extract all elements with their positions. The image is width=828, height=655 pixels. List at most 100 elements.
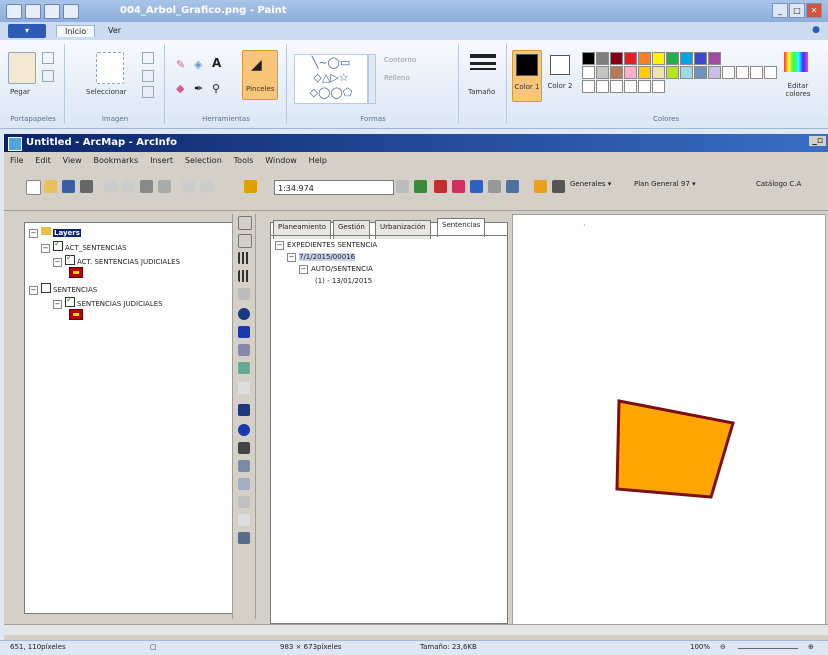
- settings-tool-icon[interactable]: [552, 180, 565, 193]
- select-features-icon[interactable]: [238, 362, 250, 374]
- custom-color-swatch[interactable]: [610, 80, 623, 93]
- save-icon[interactable]: [25, 4, 41, 19]
- cut-icon[interactable]: [42, 52, 54, 64]
- html-popup-icon[interactable]: [238, 514, 250, 526]
- palette-swatch[interactable]: [666, 52, 679, 65]
- cut-doc-icon[interactable]: [104, 180, 117, 193]
- generales-dropdown[interactable]: Generales ▾: [570, 180, 611, 188]
- resize-icon[interactable]: [142, 70, 154, 82]
- viewer-icon[interactable]: [238, 532, 250, 544]
- eraser-icon[interactable]: ◆: [176, 82, 184, 95]
- menu-edit[interactable]: Edit: [35, 156, 51, 165]
- select-button-label[interactable]: Seleccionar: [86, 88, 127, 96]
- edit-colors-icon[interactable]: [784, 52, 808, 72]
- layer-checkbox[interactable]: [53, 239, 63, 251]
- custom-color-swatch[interactable]: [582, 80, 595, 93]
- text-icon[interactable]: A: [212, 56, 221, 70]
- custom-color-swatch[interactable]: [638, 80, 651, 93]
- paste-button-label[interactable]: Pegar: [10, 88, 30, 96]
- layer-checkbox[interactable]: [41, 283, 51, 293]
- toc-layer-act-sentencias-judiciales[interactable]: −ACT. SENTENCIAS JUDICIALES: [53, 253, 180, 267]
- magnifier-icon[interactable]: ⚲: [212, 82, 220, 95]
- copy-icon[interactable]: [42, 70, 54, 82]
- help-icon[interactable]: ●: [812, 25, 820, 35]
- custom-tool-icon[interactable]: [534, 180, 547, 193]
- command-line-icon[interactable]: [470, 180, 483, 193]
- close-button[interactable]: ✕: [806, 3, 822, 18]
- palette-swatch[interactable]: [610, 52, 623, 65]
- palette-swatch[interactable]: [708, 52, 721, 65]
- crop-icon[interactable]: [142, 52, 154, 64]
- custom-color-swatch[interactable]: [624, 80, 637, 93]
- menu-view[interactable]: View: [63, 156, 82, 165]
- scale-dropdown[interactable]: [396, 180, 409, 193]
- toc-layers-root[interactable]: − Layers: [29, 227, 81, 238]
- shapes-gallery-scroll[interactable]: [368, 54, 376, 104]
- color-picker-icon[interactable]: ✒: [194, 82, 203, 95]
- tab-planeamiento[interactable]: Planeamiento: [273, 220, 332, 239]
- menu-file[interactable]: File: [10, 156, 23, 165]
- sentencias-tree-root[interactable]: − EXPEDIENTES SENTENCIA: [275, 241, 377, 250]
- arcmap-window-buttons[interactable]: _▫: [809, 136, 826, 146]
- palette-swatch[interactable]: [596, 66, 609, 79]
- map-scale-input[interactable]: 1:34.974: [274, 180, 394, 195]
- pencil-icon[interactable]: ✎: [176, 58, 185, 71]
- arctoolbox-icon[interactable]: [452, 180, 465, 193]
- outline-button[interactable]: Contorno: [384, 56, 416, 64]
- fill-button[interactable]: Relleno: [384, 74, 410, 82]
- menu-window[interactable]: Window: [265, 156, 297, 165]
- palette-swatch[interactable]: [638, 66, 651, 79]
- add-data-icon[interactable]: [244, 180, 257, 193]
- sentencias-tree-case[interactable]: −7/1/2015/00016: [287, 253, 356, 262]
- palette-swatch[interactable]: [694, 52, 707, 65]
- next-extent-icon[interactable]: [238, 344, 250, 356]
- custom-color-swatch[interactable]: [722, 66, 735, 79]
- palette-swatch[interactable]: [666, 66, 679, 79]
- horizontal-scrollbar[interactable]: [4, 624, 828, 635]
- menu-selection[interactable]: Selection: [185, 156, 222, 165]
- paint-app-icon[interactable]: [6, 4, 22, 19]
- new-document-icon[interactable]: [26, 180, 41, 195]
- select-icon[interactable]: [96, 52, 124, 84]
- color1-button[interactable]: Color 1: [512, 50, 542, 102]
- tab-gestion[interactable]: Gestión: [333, 220, 370, 239]
- plan-general-dropdown[interactable]: Plan General 97 ▾: [634, 180, 696, 188]
- clear-selection-icon[interactable]: [238, 382, 250, 394]
- size-icon[interactable]: [470, 54, 496, 58]
- sentencias-tree-node[interactable]: − AUTO/SENTENCIA: [299, 265, 373, 274]
- select-elements-icon[interactable]: [238, 404, 250, 416]
- zoom-out-button[interactable]: ⊖: [720, 643, 726, 651]
- palette-swatch[interactable]: [596, 52, 609, 65]
- palette-swatch[interactable]: [582, 66, 595, 79]
- map-view[interactable]: ·: [512, 214, 826, 626]
- fixed-zoom-out-icon[interactable]: [238, 270, 250, 282]
- custom-color-swatch[interactable]: [736, 66, 749, 79]
- delete-icon[interactable]: [158, 180, 171, 193]
- custom-color-swatch[interactable]: [764, 66, 777, 79]
- whats-this-icon[interactable]: [506, 180, 519, 193]
- pan-icon[interactable]: [238, 288, 250, 300]
- palette-swatch[interactable]: [610, 66, 623, 79]
- zoom-in-button[interactable]: ⊕: [808, 643, 814, 651]
- maximize-button[interactable]: □: [789, 3, 805, 18]
- hyperlink-icon[interactable]: [238, 496, 250, 508]
- model-builder-icon[interactable]: [488, 180, 501, 193]
- redo-icon[interactable]: [63, 4, 79, 19]
- print-icon[interactable]: [80, 180, 93, 193]
- palette-swatch[interactable]: [624, 52, 637, 65]
- shapes-gallery[interactable]: ╲~◯▭ ◇△▷☆ ◇◯◯⬠: [294, 54, 368, 104]
- custom-color-swatch[interactable]: [596, 80, 609, 93]
- layer-symbol-icon[interactable]: [69, 267, 83, 278]
- open-icon[interactable]: [44, 180, 57, 193]
- rotate-icon[interactable]: [142, 86, 154, 98]
- palette-swatch[interactable]: [624, 66, 637, 79]
- custom-color-swatch[interactable]: [750, 66, 763, 79]
- palette-swatch[interactable]: [680, 52, 693, 65]
- menu-bookmarks[interactable]: Bookmarks: [94, 156, 139, 165]
- palette-swatch[interactable]: [694, 66, 707, 79]
- tab-ver[interactable]: Ver: [100, 25, 129, 36]
- zoom-in-icon[interactable]: [238, 216, 252, 230]
- catalogo-dropdown[interactable]: Catálogo C.A: [756, 180, 801, 188]
- undo-icon[interactable]: [44, 4, 60, 19]
- palette-swatch[interactable]: [652, 52, 665, 65]
